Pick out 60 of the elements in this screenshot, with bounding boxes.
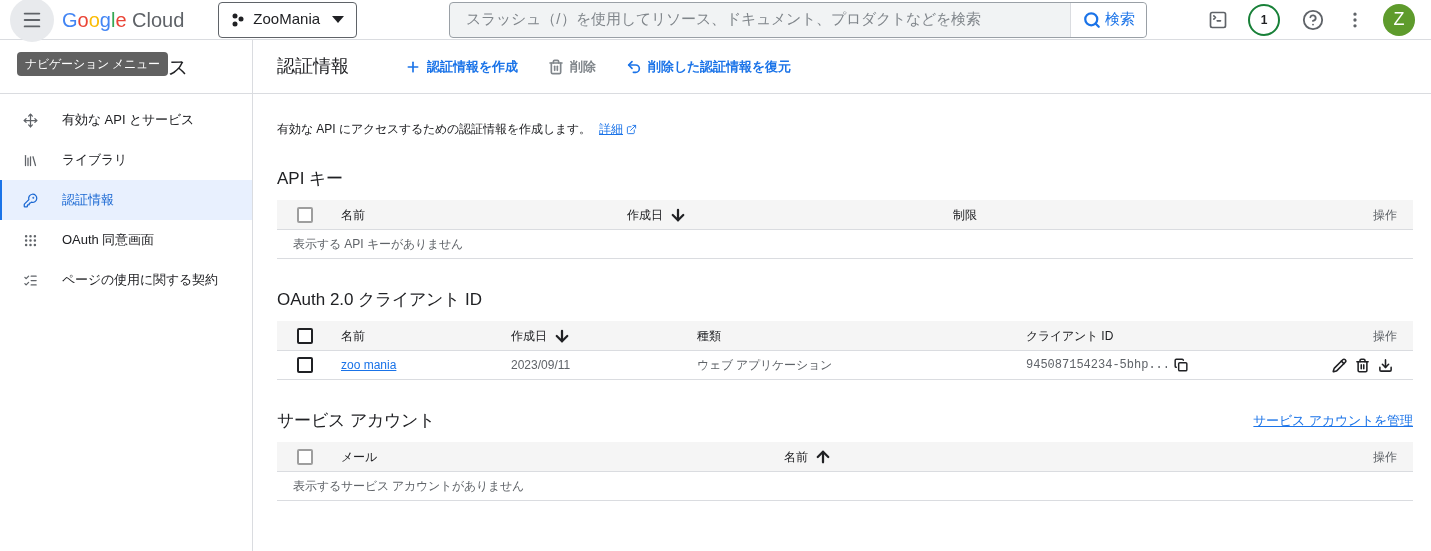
project-picker[interactable]: ZooMania <box>218 1 358 38</box>
column-header: メール <box>341 448 377 466</box>
section-title: API キー <box>277 168 344 191</box>
toolbar-button[interactable]: 削除した認証情報を復元 <box>626 56 791 77</box>
learn-more-link[interactable]: 詳細 <box>599 120 637 138</box>
column-header: 名前 <box>341 327 365 345</box>
section-title: OAuth 2.0 クライアント ID <box>277 289 482 312</box>
manage-link[interactable]: サービス アカウントを管理 <box>1253 411 1413 431</box>
logo[interactable]: Google Cloud <box>62 4 185 35</box>
column-header: 操作 <box>1373 448 1398 466</box>
table-cell: 2023/09/11 <box>511 358 571 372</box>
empty-message: 表示するサービス アカウントがありません <box>293 478 525 495</box>
column-header: 操作 <box>1373 327 1398 345</box>
search-icon <box>1082 10 1101 29</box>
notification-count[interactable]: 1 <box>1248 3 1280 36</box>
checkbox[interactable] <box>297 327 313 344</box>
move-icon <box>23 112 38 128</box>
empty-message: 表示する API キーがありません <box>293 236 463 253</box>
terminal-icon[interactable] <box>1208 9 1228 30</box>
delete-icon[interactable] <box>1355 357 1370 373</box>
sidebar-title: ス <box>168 54 188 80</box>
caret-icon <box>332 16 345 23</box>
sidebar-item[interactable]: ライブラリ <box>0 140 252 180</box>
intro-text: 有効な API にアクセスするための認証情報を作成します。 <box>277 121 591 138</box>
table-cell: ウェブ アプリケーション <box>697 358 833 372</box>
download-icon[interactable] <box>1378 357 1393 373</box>
project-icon <box>231 12 246 27</box>
copy-icon[interactable] <box>1174 358 1189 372</box>
page-title: 認証情報 <box>277 55 349 78</box>
sidebar-item[interactable]: 認証情報 <box>0 180 252 220</box>
external-link-icon <box>626 123 637 135</box>
sidebar-item[interactable]: 有効な API とサービス <box>0 100 252 140</box>
list-icon <box>23 272 38 288</box>
sidebar-item[interactable]: ページの使用に関する契約 <box>0 260 252 300</box>
column-header: クライアント ID <box>1026 327 1114 345</box>
key-icon <box>23 192 38 208</box>
help-icon[interactable] <box>1302 8 1324 31</box>
edit-icon[interactable] <box>1332 357 1347 373</box>
avatar[interactable]: Z <box>1383 3 1415 36</box>
column-header: 操作 <box>1373 206 1398 224</box>
undo-icon <box>626 58 642 75</box>
toolbar-button[interactable]: 認証情報を作成 <box>405 56 518 77</box>
column-header: 作成日 <box>511 327 547 345</box>
column-header: 名前 <box>784 448 808 466</box>
table-cell-text: 945087154234-5bhp... <box>1026 357 1171 374</box>
client-name-link[interactable]: zoo mania <box>341 358 397 372</box>
section-title: サービス アカウント <box>277 410 435 433</box>
checkbox[interactable] <box>297 357 313 373</box>
column-header: 作成日 <box>627 206 663 224</box>
search-field[interactable]: スラッシュ（/）を使用してリソース、ドキュメント、プロダクトなどを検索 検索 <box>449 1 1148 38</box>
menu-button[interactable] <box>10 0 54 42</box>
column-header: 種類 <box>697 327 721 345</box>
search-button[interactable]: 検索 <box>1070 2 1147 37</box>
column-header: 名前 <box>341 206 365 224</box>
sidebar-item[interactable]: OAuth 同意画面 <box>0 220 252 260</box>
grid-dots-icon <box>23 232 38 248</box>
trash-icon <box>548 58 564 75</box>
library-icon <box>23 152 38 168</box>
tooltip: ナビゲーション メニュー <box>17 52 169 76</box>
column-header: 制限 <box>953 206 977 224</box>
